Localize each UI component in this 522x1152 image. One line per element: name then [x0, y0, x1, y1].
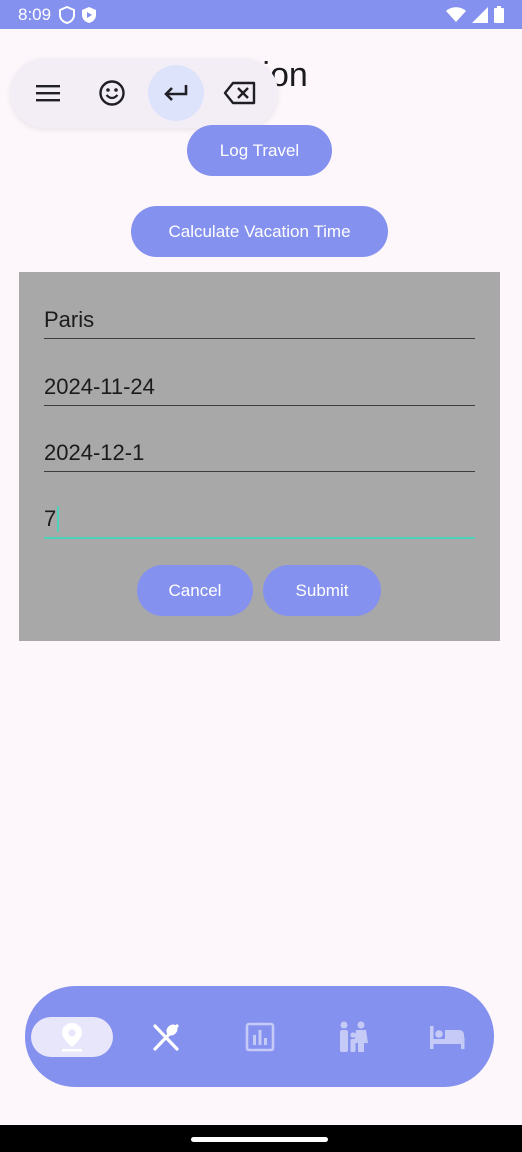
keyboard-toolbar: [10, 58, 278, 128]
menu-button[interactable]: [20, 65, 76, 121]
restaurant-icon: [153, 1023, 179, 1051]
end-date-value: 2024-12-1: [44, 440, 145, 465]
status-bar: 8:09: [0, 0, 522, 29]
wifi-icon: [446, 6, 466, 22]
family-icon: [340, 1021, 369, 1052]
chart-icon: [245, 1022, 274, 1051]
travel-entry-dialog: Paris 2024-11-24 2024-12-1 7 Cancel Subm…: [19, 272, 500, 641]
home-indicator[interactable]: [191, 1137, 328, 1142]
shield-icon: [59, 5, 76, 24]
destination-field[interactable]: Paris: [44, 299, 475, 339]
enter-button[interactable]: [148, 65, 204, 121]
start-date-field[interactable]: 2024-11-24: [44, 366, 475, 406]
nav-item-hotel[interactable]: [406, 1017, 488, 1057]
backspace-button[interactable]: [212, 65, 268, 121]
cancel-button[interactable]: Cancel: [137, 565, 253, 616]
nav-item-location[interactable]: [31, 1016, 113, 1057]
emoji-button[interactable]: [84, 65, 140, 121]
battery-icon: [494, 6, 504, 23]
nav-item-chart[interactable]: [219, 1017, 301, 1057]
backspace-icon: [223, 81, 256, 105]
hotel-icon: [430, 1025, 465, 1049]
days-field[interactable]: 7: [44, 499, 475, 539]
vpn-icon: [82, 6, 97, 23]
bottom-navigation: [25, 986, 494, 1087]
enter-icon: [164, 85, 188, 101]
end-date-field[interactable]: 2024-12-1: [44, 432, 475, 472]
emoji-icon: [99, 80, 125, 106]
location-pin-icon: [62, 1022, 82, 1051]
destination-value: Paris: [44, 307, 95, 332]
status-time: 8:09: [18, 4, 52, 24]
submit-button[interactable]: Submit: [263, 565, 381, 616]
menu-icon: [36, 85, 60, 102]
nav-item-restaurant[interactable]: [125, 1017, 207, 1057]
start-date-value: 2024-11-24: [44, 374, 155, 399]
log-travel-button[interactable]: Log Travel: [187, 125, 332, 176]
calculate-vacation-time-button[interactable]: Calculate Vacation Time: [131, 206, 388, 257]
signal-icon: [472, 6, 488, 23]
nav-item-family[interactable]: [312, 1017, 394, 1057]
days-value: 7: [44, 506, 57, 531]
text-cursor: [57, 506, 60, 532]
